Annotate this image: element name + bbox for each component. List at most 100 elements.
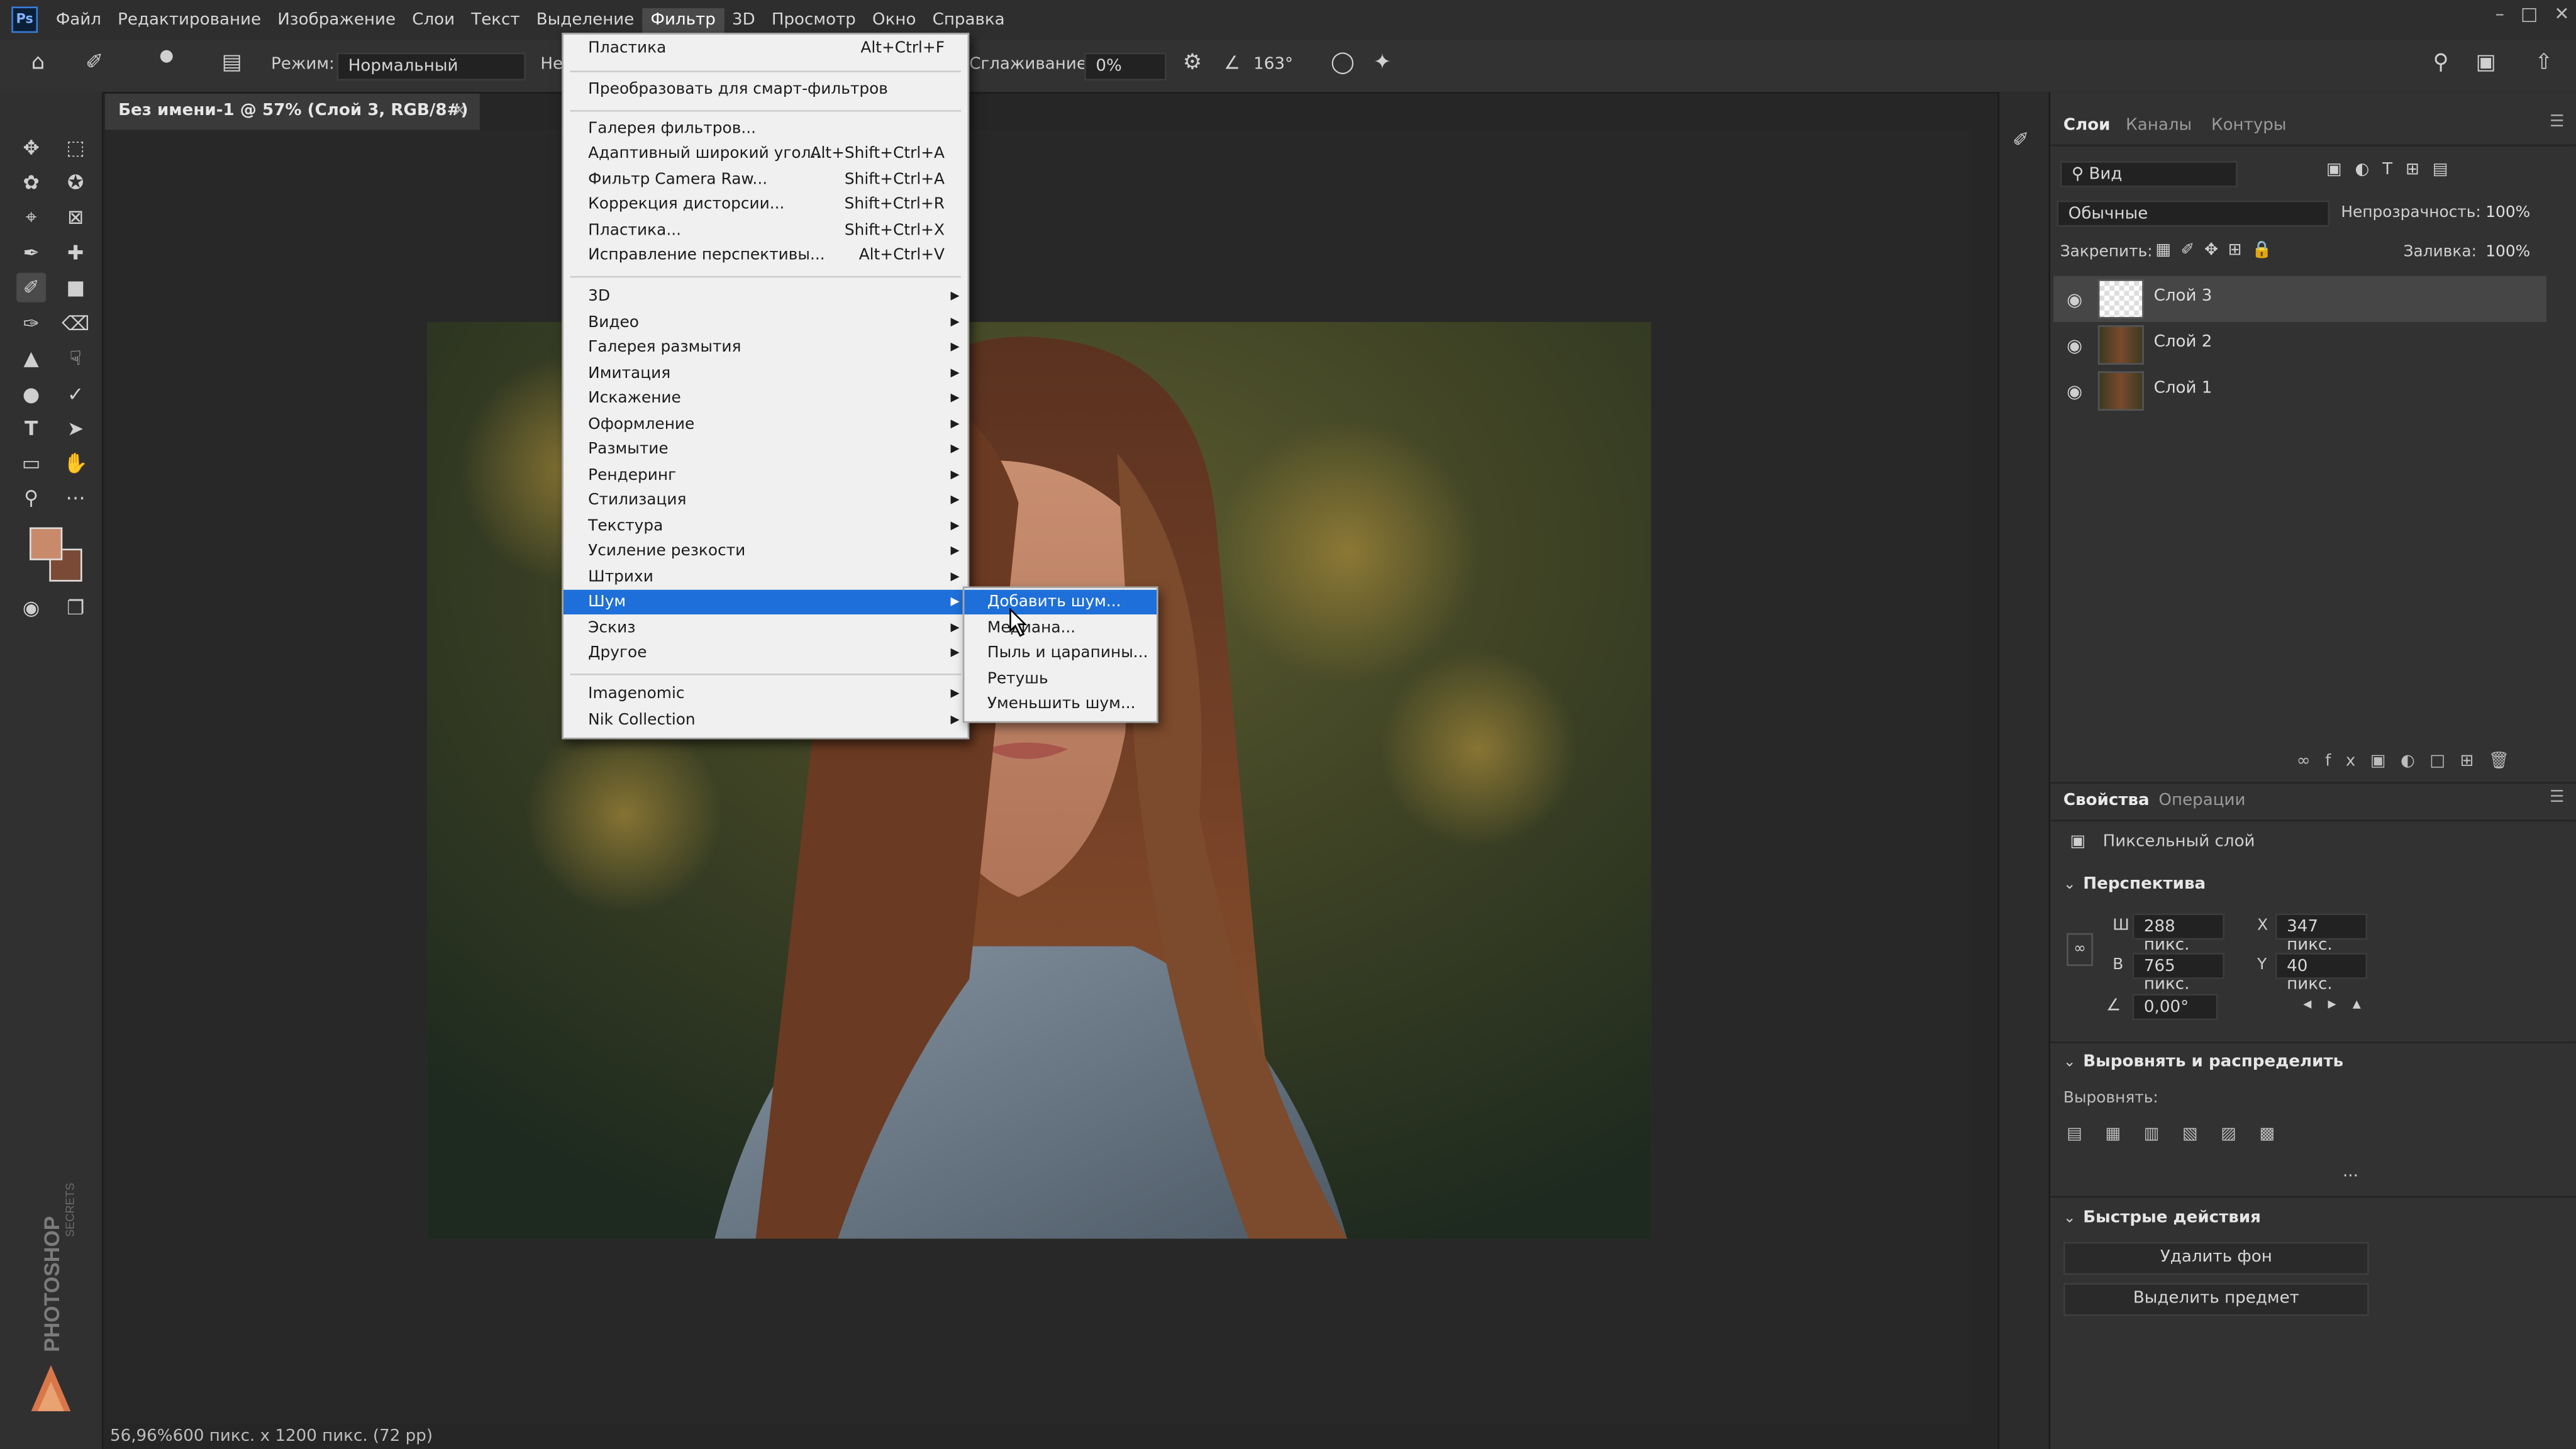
y-input[interactable]: 40 пикс. bbox=[2275, 953, 2368, 994]
menu-item-imagenomic[interactable]: Imagenomic ▶ bbox=[564, 682, 968, 706]
menu-item-liquify[interactable]: Пластика... Shift+Ctrl+X bbox=[564, 218, 968, 243]
smoothing-input[interactable]: 0% bbox=[1084, 52, 1167, 80]
minimize-icon[interactable]: – bbox=[2496, 3, 2504, 25]
menu-window[interactable]: Окно bbox=[864, 8, 924, 32]
menu-filter[interactable]: Фильтр bbox=[642, 7, 724, 32]
menu-item-noise[interactable]: Шум ▶ bbox=[563, 589, 968, 614]
layer-filter-select[interactable]: ⚲ Вид bbox=[2060, 160, 2238, 187]
type-tool-icon[interactable]: T bbox=[16, 414, 46, 443]
menu-item-adaptive-wide-angle[interactable]: Адаптивный широкий угол... Alt+Shift+Ctrl… bbox=[564, 142, 968, 166]
menu-item-filter-gallery[interactable]: Галерея фильтров... bbox=[564, 116, 968, 141]
menu-item-brush-strokes[interactable]: Штрихи ▶ bbox=[564, 565, 968, 590]
menu-item-distort[interactable]: Искажение ▶ bbox=[564, 386, 968, 411]
brush-tool-icon[interactable]: ✐ bbox=[86, 51, 103, 75]
chevron-down-icon[interactable]: ⌄ bbox=[2063, 877, 2076, 894]
crop-tool-icon[interactable]: ⌖ bbox=[16, 202, 46, 231]
gear-icon[interactable]: ⚙ bbox=[1183, 51, 1202, 75]
menu-select[interactable]: Выделение bbox=[528, 8, 643, 32]
menu-item-lens-correction[interactable]: Коррекция дисторсии... Shift+Ctrl+R bbox=[564, 192, 968, 217]
lasso-tool-icon[interactable]: ✿ bbox=[16, 167, 46, 197]
visibility-eye-icon[interactable]: ◉ bbox=[2067, 381, 2082, 402]
tab-actions[interactable]: Операции bbox=[2158, 792, 2245, 810]
submenu-item-reduce-noise[interactable]: Уменьшить шум... bbox=[964, 692, 1157, 716]
shape-tool-icon[interactable]: ▭ bbox=[16, 448, 46, 478]
menu-item-video[interactable]: Видео ▶ bbox=[564, 311, 968, 335]
menu-item-blur[interactable]: Размытие ▶ bbox=[564, 437, 968, 462]
brush-panel-icon[interactable]: ▤ bbox=[222, 51, 242, 75]
menu-item-3d[interactable]: 3D ▶ bbox=[564, 284, 968, 309]
opacity-value[interactable]: 100% bbox=[2485, 204, 2530, 222]
menu-text[interactable]: Текст bbox=[463, 8, 528, 32]
zoom-tool-icon[interactable]: ⚲ bbox=[16, 483, 46, 513]
menu-item-convert-smart[interactable]: Преобразовать для смарт-фильтров bbox=[564, 77, 968, 102]
remove-background-button[interactable]: Удалить фон bbox=[2063, 1241, 2369, 1275]
tab-channels[interactable]: Каналы bbox=[2126, 116, 2192, 135]
screen-mode-icon[interactable]: ❐ bbox=[61, 593, 91, 623]
submenu-item-despeckle[interactable]: Ретушь bbox=[964, 667, 1157, 692]
menu-item-sharpen[interactable]: Усиление резкости ▶ bbox=[564, 539, 968, 564]
menu-item-vanishing-point[interactable]: Исправление перспективы... Alt+Ctrl+V bbox=[564, 243, 968, 268]
brush-tool-icon[interactable]: ✐ bbox=[16, 272, 47, 303]
stamp-tool-icon[interactable]: ■ bbox=[61, 273, 91, 303]
layer-filter-icons[interactable]: ▣◐T⊞▤ bbox=[2326, 161, 2461, 179]
x-input[interactable]: 347 пикс. bbox=[2275, 913, 2368, 955]
menu-item-render[interactable]: Рендеринг ▶ bbox=[564, 464, 968, 488]
menu-view[interactable]: Просмотр bbox=[763, 8, 864, 32]
menu-item-camera-raw[interactable]: Фильтр Camera Raw... Shift+Ctrl+A bbox=[564, 167, 968, 192]
layer-row-1[interactable]: ◉ Слой 1 bbox=[2053, 368, 2546, 414]
menu-item-stylize[interactable]: Стилизация ▶ bbox=[564, 488, 968, 513]
align-icons[interactable]: ▤▦▥▧▨▩ bbox=[2067, 1125, 2298, 1143]
menu-item-texture[interactable]: Текстура ▶ bbox=[564, 514, 968, 539]
menu-item-artistic[interactable]: Имитация ▶ bbox=[564, 362, 968, 386]
width-input[interactable]: 288 пикс. bbox=[2132, 913, 2224, 955]
symmetry-icon[interactable]: ✦ bbox=[1374, 51, 1391, 75]
eraser-icon[interactable]: ⌫ bbox=[61, 309, 91, 338]
menu-item-pixelate[interactable]: Оформление ▶ bbox=[564, 413, 968, 437]
menu-edit[interactable]: Редактирование bbox=[109, 8, 269, 32]
flip-icons[interactable]: ◂▸▴ bbox=[2303, 996, 2377, 1014]
lock-icons[interactable]: ▦✐✥⊞🔒 bbox=[2155, 242, 2282, 260]
paint-bucket-icon[interactable]: ▲ bbox=[16, 343, 46, 373]
menu-item-blur-gallery[interactable]: Галерея размытия ▶ bbox=[564, 335, 968, 360]
brush-size-icon[interactable]: ● bbox=[159, 48, 174, 66]
path-select-icon[interactable]: ➤ bbox=[61, 414, 91, 443]
tab-properties[interactable]: Свойства bbox=[2063, 792, 2150, 810]
angle-value[interactable]: 163° bbox=[1253, 56, 1293, 74]
magic-wand-icon[interactable]: ✪ bbox=[61, 167, 91, 197]
more-tools-icon[interactable]: ⋯ bbox=[61, 483, 91, 513]
move-tool-icon[interactable]: ✥ bbox=[16, 133, 46, 163]
close-icon[interactable]: ✕ bbox=[2554, 3, 2569, 25]
share-icon[interactable]: ⇧ bbox=[2535, 51, 2553, 75]
chevron-down-icon[interactable]: ⌄ bbox=[2063, 1211, 2076, 1227]
pressure-icon[interactable]: ◯ bbox=[1331, 51, 1355, 75]
blend-mode-select[interactable]: Обычные bbox=[2057, 200, 2330, 227]
foreground-color-swatch[interactable] bbox=[30, 527, 63, 560]
more-options[interactable]: ... bbox=[2343, 1163, 2358, 1181]
menu-item-other[interactable]: Другое ▶ bbox=[564, 641, 968, 665]
tab-close-icon[interactable]: × bbox=[453, 94, 467, 130]
marquee-tool-icon[interactable]: ⬚ bbox=[61, 133, 91, 163]
mode-select[interactable]: Нормальный bbox=[336, 52, 526, 80]
properties-menu-icon[interactable]: ☰ bbox=[2550, 789, 2564, 807]
chevron-down-icon[interactable]: ⌄ bbox=[2063, 1055, 2076, 1071]
brush-settings-icon[interactable]: ✐ bbox=[2012, 128, 2029, 152]
menu-layers[interactable]: Слои bbox=[404, 8, 463, 32]
pen-tool-icon[interactable]: ✓ bbox=[61, 379, 91, 409]
hand-tool-icon[interactable]: ✋ bbox=[61, 448, 91, 478]
layer-row-3[interactable]: ◉ Слой 3 bbox=[2053, 275, 2546, 322]
menu-help[interactable]: Справка bbox=[924, 8, 1013, 32]
panel-menu-icon[interactable]: ☰ bbox=[2550, 113, 2564, 131]
maximize-icon[interactable]: □ bbox=[2521, 3, 2538, 25]
workspace-icon[interactable]: ▣ bbox=[2476, 51, 2496, 75]
menu-item-liquify-last[interactable]: Пластика Alt+Ctrl+F bbox=[564, 36, 968, 60]
menu-item-nik-collection[interactable]: Nik Collection ▶ bbox=[564, 708, 968, 733]
search-icon[interactable]: ⚲ bbox=[2433, 51, 2449, 75]
menu-item-sketch[interactable]: Эскиз ▶ bbox=[564, 616, 968, 641]
link-icon[interactable]: ∞ bbox=[2067, 933, 2093, 966]
angle-input[interactable]: 0,00° bbox=[2132, 994, 2218, 1021]
layer-action-icons[interactable]: ∞fx▣◐□⊞🗑 bbox=[2297, 752, 2524, 770]
height-input[interactable]: 765 пикс. bbox=[2132, 953, 2224, 994]
submenu-item-add-noise[interactable]: Добавить шум... bbox=[964, 589, 1157, 614]
dodge-icon[interactable]: ● bbox=[16, 379, 46, 409]
menu-image[interactable]: Изображение bbox=[269, 8, 404, 32]
